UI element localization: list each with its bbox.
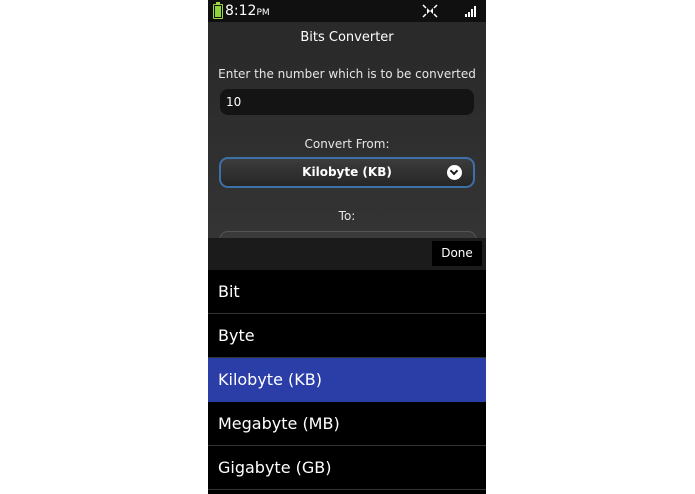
clock: 8:12PM [225, 2, 270, 22]
picker-option-gigabyte[interactable]: Gigabyte (GB) [208, 446, 486, 490]
converter-form: Enter the number which is to be converte… [208, 54, 486, 252]
clock-time: 8:12 [225, 3, 257, 19]
battery-icon [213, 2, 223, 19]
picker-option-megabyte[interactable]: Megabyte (MB) [208, 402, 486, 446]
picker-option-byte[interactable]: Byte [208, 314, 486, 358]
unit-picker-list: Bit Byte Kilobyte (KB) Megabyte (MB) Gig… [208, 270, 486, 494]
chevron-down-icon [447, 165, 462, 180]
notification-icon [422, 4, 438, 18]
picker-option-bit[interactable]: Bit [208, 270, 486, 314]
signal-icon [465, 6, 476, 17]
convert-to-label: To: [338, 209, 356, 223]
phone-screen: 8:12PM Bits Converter Enter the number w… [208, 0, 486, 494]
number-input[interactable]: 10 [220, 89, 474, 115]
picker-toolbar: Done [208, 238, 486, 270]
convert-from-dropdown[interactable]: Kilobyte (KB) [219, 157, 475, 188]
picker-option-kilobyte[interactable]: Kilobyte (KB) [208, 358, 486, 402]
convert-from-value: Kilobyte (KB) [302, 165, 392, 179]
convert-from-label: Convert From: [304, 137, 390, 151]
status-bar: 8:12PM [208, 0, 486, 22]
input-label: Enter the number which is to be converte… [218, 67, 476, 81]
app-title: Bits Converter [208, 22, 486, 55]
clock-ampm: PM [256, 8, 270, 18]
done-button[interactable]: Done [432, 241, 482, 266]
